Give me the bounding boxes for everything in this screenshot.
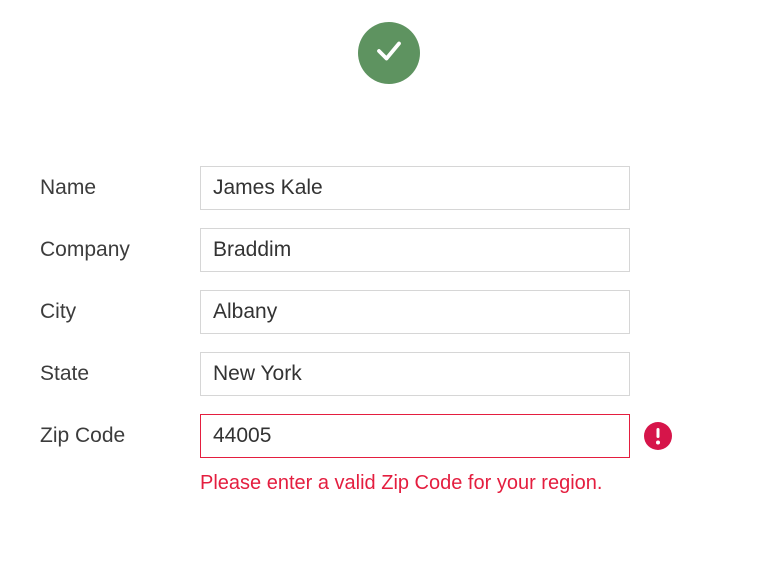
state-label: State	[40, 362, 200, 386]
state-input-wrap	[200, 352, 738, 396]
city-label: City	[40, 300, 200, 324]
name-input[interactable]	[200, 166, 630, 210]
zip-input-wrap	[200, 414, 738, 458]
checkmark-icon	[374, 36, 404, 71]
city-input-wrap	[200, 290, 738, 334]
form-row-state: State	[40, 352, 738, 396]
form-row-name: Name	[40, 166, 738, 210]
name-input-wrap	[200, 166, 738, 210]
company-label: Company	[40, 238, 200, 262]
zip-error-message: Please enter a valid Zip Code for your r…	[200, 472, 738, 495]
company-input[interactable]	[200, 228, 630, 272]
state-input[interactable]	[200, 352, 630, 396]
success-badge	[358, 22, 420, 84]
company-input-wrap	[200, 228, 738, 272]
form-row-company: Company	[40, 228, 738, 272]
city-input[interactable]	[200, 290, 630, 334]
zip-label: Zip Code	[40, 424, 200, 448]
error-icon	[644, 422, 672, 450]
zip-input[interactable]	[200, 414, 630, 458]
form-row-zip: Zip Code	[40, 414, 738, 458]
name-label: Name	[40, 176, 200, 200]
form-row-city: City	[40, 290, 738, 334]
contact-form: Name Company City State Zip Code Please …	[40, 166, 738, 495]
